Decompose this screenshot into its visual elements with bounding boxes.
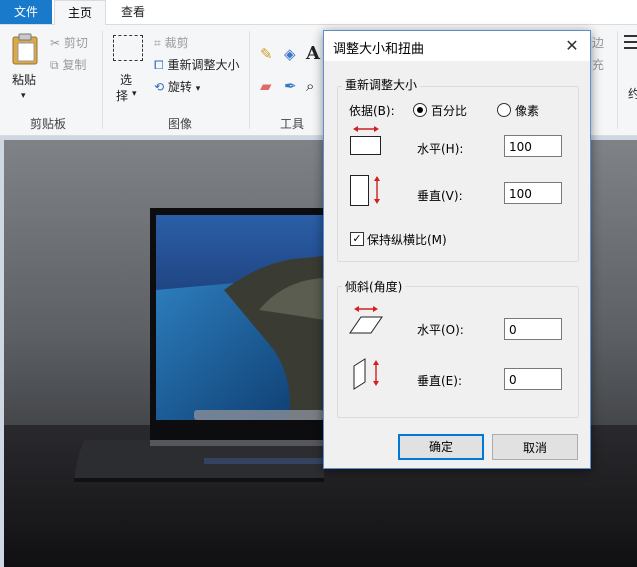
rotate-icon: ⟲ [154,80,165,94]
tools-group-label: 工具 [279,117,304,131]
rotate-dropdown-arrow[interactable]: ▾ [196,84,201,94]
skew-vertical-input[interactable]: 0 [504,368,562,390]
group-divider [617,31,618,129]
skew-group-label: 倾斜(角度) [342,278,406,295]
eraser-icon[interactable]: ▰ [260,77,272,95]
right-edge-label-b: 充 [592,58,605,72]
paste-label: 粘贴 [12,73,37,87]
vertical-input[interactable]: 100 [504,182,562,204]
copy-icon: ⧉ [50,58,59,72]
tab-file[interactable]: 文件 [0,0,52,24]
skew-horizontal-label: 水平(O): [417,323,464,337]
resize-horizontal-icon [350,126,381,155]
paste-dropdown-arrow[interactable]: ▾ [21,91,26,101]
ribbon-tab-bar: 文件 主页 查看 [0,0,637,26]
skew-horizontal-input[interactable]: 0 [504,318,562,340]
tab-home[interactable]: 主页 [54,0,106,26]
paste-button[interactable]: 粘贴 ▾ [6,31,44,107]
select-label-2: 择 [116,89,129,103]
clipboard-group-label: 剪贴板 [29,117,66,131]
magnifier-icon[interactable]: ⌕ [306,77,314,95]
selection-icon [113,35,143,61]
pixels-label: 像素 [515,104,540,118]
rotate-label: 旋转 [167,80,192,94]
horizontal-label: 水平(H): [417,142,464,156]
keep-ratio-label: 保持纵横比(M) [367,233,447,247]
skew-horizontal-icon [349,306,383,334]
horizontal-input[interactable]: 100 [504,135,562,157]
right-edge-label-c: 约 [628,87,637,101]
crop-button: ⌗ 裁剪 [154,34,189,51]
dialog-title: 调整大小和扭曲 [333,42,425,57]
group-divider [102,31,103,129]
pixels-radio-circle[interactable] [497,103,511,117]
basis-label: 依据(B): [349,104,395,118]
keep-ratio-check-box[interactable]: ✓ [350,232,364,246]
color-picker-icon[interactable]: ✒ [284,77,297,95]
menu-lines-icon[interactable] [624,33,637,55]
pencil-icon[interactable]: ✎ [260,45,273,63]
select-button[interactable]: 选 择 ▾ [108,31,148,107]
cut-label: 剪切 [63,36,88,50]
scissors-icon: ✂ [50,36,61,50]
cut-button: ✂ 剪切 [50,34,88,51]
resize-button[interactable]: ⧠ 重新调整大小 [154,56,239,73]
crop-label: 裁剪 [164,36,189,50]
vertical-label: 垂直(V): [417,189,463,203]
dialog-titlebar[interactable]: 调整大小和扭曲 ✕ [324,31,590,61]
image-group-label: 图像 [167,117,192,131]
copy-label: 复制 [62,58,87,72]
resize-skew-dialog: 调整大小和扭曲 ✕ 重新调整大小 依据(B): 百分比 像素 水平(H): 10… [323,30,591,469]
skew-vertical-icon [353,358,379,390]
group-divider [249,31,250,129]
close-icon[interactable]: ✕ [560,34,584,58]
fill-icon[interactable]: ◈ [284,45,296,63]
rotate-button[interactable]: ⟲ 旋转 ▾ [154,78,200,95]
resize-group-label: 重新调整大小 [342,76,421,93]
text-icon[interactable]: A [306,43,320,64]
crop-icon: ⌗ [154,36,161,50]
skew-vertical-label: 垂直(E): [417,374,462,388]
resize-label: 重新调整大小 [167,58,240,72]
resize-vertical-icon [350,175,380,206]
select-label: 选 [120,73,133,87]
cancel-button[interactable]: 取消 [492,434,578,460]
right-edge-label-a: 边 [592,36,605,50]
select-dropdown-arrow[interactable]: ▾ [132,89,137,99]
clipboard-icon [12,33,38,65]
resize-icon: ⧠ [154,58,164,72]
tab-view[interactable]: 查看 [108,0,158,24]
copy-button: ⧉ 复制 [50,56,86,73]
ok-button[interactable]: 确定 [398,434,484,460]
percent-radio-circle[interactable] [413,103,427,117]
percent-label: 百分比 [431,104,468,118]
